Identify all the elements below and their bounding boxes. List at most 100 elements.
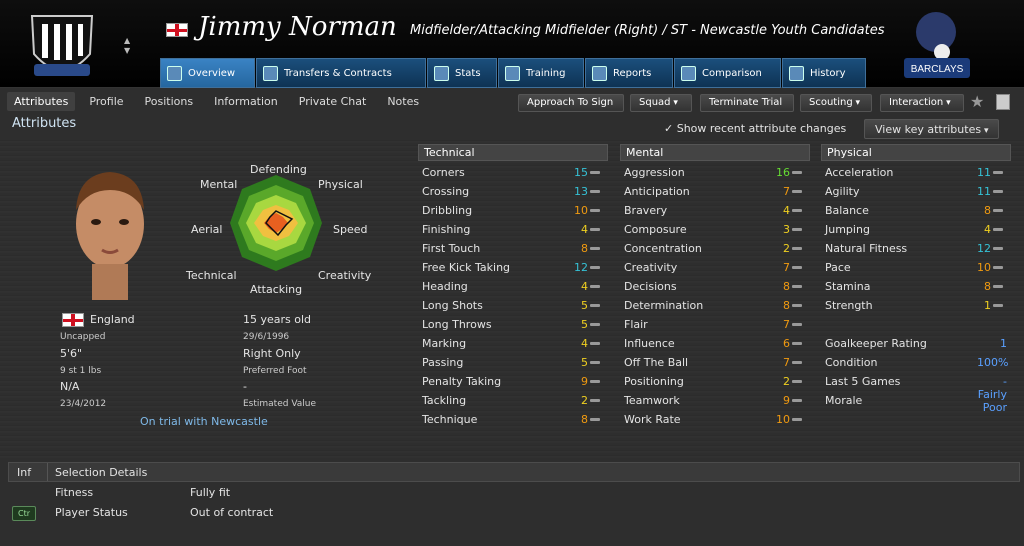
attribute-row[interactable]: Anticipation 7 [620, 182, 810, 201]
attribute-value: 3 [783, 223, 790, 236]
trend-dash-icon [993, 304, 1003, 307]
trend-dash-icon [590, 209, 600, 212]
checkmark-icon: ✓ [664, 122, 677, 135]
current-date: 23/4/2012 [60, 399, 107, 409]
tab-training[interactable]: Training [498, 58, 584, 88]
trend-dash-icon [590, 228, 600, 231]
subtab-notes[interactable]: Notes [380, 92, 426, 111]
attribute-row[interactable]: Determination 8 [620, 296, 810, 315]
attribute-name: Passing [422, 356, 464, 369]
attribute-row[interactable]: Influence 6 [620, 334, 810, 353]
attribute-row[interactable]: Agility 11 [821, 182, 1011, 201]
preferred-foot: Right Only [243, 347, 301, 360]
attribute-name: Teamwork [624, 394, 680, 407]
subtab-private-chat[interactable]: Private Chat [292, 92, 374, 111]
attribute-row[interactable]: Stamina 8 [821, 277, 1011, 296]
attribute-row[interactable]: Crossing 13 [418, 182, 608, 201]
attribute-row[interactable]: Aggression 16 [620, 163, 810, 182]
attribute-row[interactable]: Morale Fairly Poor [821, 388, 1011, 414]
attribute-row[interactable]: First Touch 8 [418, 239, 608, 258]
technical-header: Technical [418, 144, 608, 161]
player-nav-arrows[interactable]: ▲ ▼ [124, 36, 130, 56]
attribute-row[interactable]: Strength 1 [821, 296, 1011, 315]
attribute-name: Decisions [624, 280, 677, 293]
attribute-row[interactable]: Off The Ball 7 [620, 353, 810, 372]
subtab-information[interactable]: Information [207, 92, 285, 111]
squad-dropdown[interactable]: Squad [630, 94, 692, 112]
attribute-row[interactable]: Technique 8 [418, 410, 608, 429]
attribute-name: Flair [624, 318, 648, 331]
attribute-value: 8 [581, 413, 588, 426]
tab-comparison[interactable]: Comparison [674, 58, 781, 88]
reports-icon [592, 65, 607, 81]
attribute-row[interactable]: Free Kick Taking 12 [418, 258, 608, 277]
scouting-dropdown[interactable]: Scouting [800, 94, 872, 112]
attribute-row[interactable]: Corners 15 [418, 163, 608, 182]
radar-label-aerial: Aerial [191, 223, 223, 236]
attribute-row[interactable]: Condition 100% [821, 353, 1011, 372]
attribute-value: 7 [783, 318, 790, 331]
attribute-row[interactable]: Bravery 4 [620, 201, 810, 220]
trial-status-link[interactable]: On trial with Newcastle [140, 415, 268, 428]
attribute-value: 2 [783, 242, 790, 255]
attribute-row[interactable]: Dribbling 10 [418, 201, 608, 220]
subtab-attributes[interactable]: Attributes [7, 91, 76, 111]
attribute-value: 100% [977, 356, 1009, 369]
attribute-row[interactable]: Pace 10 [821, 258, 1011, 277]
attribute-row[interactable]: Marking 4 [418, 334, 608, 353]
contract-icon [263, 65, 278, 81]
interaction-dropdown[interactable]: Interaction [880, 94, 964, 112]
subtab-positions[interactable]: Positions [138, 92, 201, 111]
attribute-name: Penalty Taking [422, 375, 502, 388]
tab-history[interactable]: History [782, 58, 866, 88]
trend-dash-icon [590, 247, 600, 250]
svg-text:BARCLAYS: BARCLAYS [911, 64, 964, 75]
subtab-profile[interactable]: Profile [82, 92, 130, 111]
attribute-name: Determination [624, 299, 704, 312]
attribute-row[interactable]: Jumping 4 [821, 220, 1011, 239]
radar-label-attacking: Attacking [250, 283, 303, 296]
approach-to-sign-button[interactable]: Approach To Sign [518, 94, 624, 112]
main-tabs: Overview Transfers & Contracts Stats Tra… [160, 58, 867, 88]
tab-overview[interactable]: Overview [160, 58, 255, 88]
trend-dash-icon [590, 380, 600, 383]
attribute-row[interactable]: Acceleration 11 [821, 163, 1011, 182]
estimated-value: - [243, 380, 247, 393]
attribute-row[interactable]: Concentration 2 [620, 239, 810, 258]
attribute-row[interactable]: Composure 3 [620, 220, 810, 239]
attribute-value: 7 [783, 261, 790, 274]
attribute-value: 12 [574, 261, 588, 274]
trend-dash-icon [792, 190, 802, 193]
attribute-row[interactable]: Natural Fitness 12 [821, 239, 1011, 258]
fitness-label: Fitness [55, 486, 94, 499]
attribute-row[interactable]: Passing 5 [418, 353, 608, 372]
attribute-row[interactable]: Teamwork 9 [620, 391, 810, 410]
recent-changes-checkbox[interactable]: ✓ Show recent attribute changes [664, 122, 846, 135]
attribute-row[interactable]: Creativity 7 [620, 258, 810, 277]
tab-stats[interactable]: Stats [427, 58, 497, 88]
attribute-name: Morale [825, 394, 863, 407]
attribute-row[interactable]: Flair 7 [620, 315, 810, 334]
view-key-attributes-dropdown[interactable]: View key attributes [864, 119, 1000, 139]
attribute-row[interactable]: Balance 8 [821, 201, 1011, 220]
attribute-row[interactable]: Long Shots 5 [418, 296, 608, 315]
attribute-row[interactable]: Penalty Taking 9 [418, 372, 608, 391]
trend-dash-icon [590, 399, 600, 402]
tab-transfers[interactable]: Transfers & Contracts [256, 58, 426, 88]
attribute-row[interactable]: Goalkeeper Rating 1 [821, 334, 1011, 353]
attribute-row[interactable]: Work Rate 10 [620, 410, 810, 429]
technical-column: Technical Corners 15 Crossing 13 Dribbling 10… [418, 144, 608, 429]
attribute-row[interactable]: Tackling 2 [418, 391, 608, 410]
estimated-value-label: Estimated Value [243, 399, 317, 409]
notes-icon[interactable] [996, 94, 1010, 110]
tab-reports[interactable]: Reports [585, 58, 673, 88]
attribute-row[interactable]: Heading 4 [418, 277, 608, 296]
attribute-row[interactable]: Decisions 8 [620, 277, 810, 296]
player-height: 5'6" [60, 347, 83, 360]
terminate-trial-button[interactable]: Terminate Trial [700, 94, 794, 112]
star-icon[interactable]: ★ [970, 92, 984, 111]
attribute-row[interactable]: Positioning 2 [620, 372, 810, 391]
attribute-row[interactable]: Finishing 4 [418, 220, 608, 239]
player-weight: 9 st 1 lbs [60, 366, 102, 376]
attribute-row[interactable]: Long Throws 5 [418, 315, 608, 334]
